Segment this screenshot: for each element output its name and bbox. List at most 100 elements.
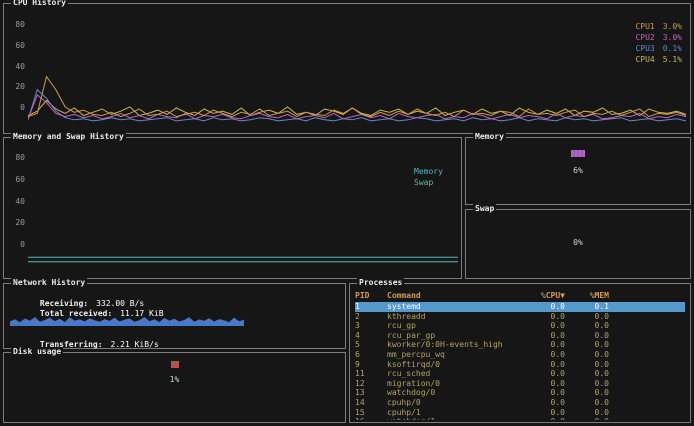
cpu-legend: CPU1 3.0% CPU2 3.0% CPU3 0.1% CPU4 5.1%	[635, 21, 682, 65]
legend-entry-cpu3: CPU3 0.1%	[635, 43, 682, 54]
legend-entry-cpu1: CPU1 3.0%	[635, 21, 682, 32]
process-cpu: 0.0	[550, 321, 565, 331]
legend-label: CPU3	[635, 44, 655, 53]
memory-swap-history-title: Memory and Swap History	[11, 132, 126, 142]
process-mem: 0.0	[565, 417, 609, 420]
memory-gauge-value: 6%	[573, 166, 583, 175]
process-mem: 0.0	[594, 311, 609, 321]
process-command: rcu_sched	[387, 369, 431, 379]
process-command: cpuhp/0	[387, 397, 421, 407]
process-row[interactable]: 13 watchdog/0 0.0 0.0	[355, 388, 685, 398]
process-pid: 4	[355, 330, 360, 340]
process-command: cpuhp/1	[387, 407, 421, 417]
legend-value: 3.0%	[662, 33, 682, 42]
y-tick: 20	[15, 82, 25, 92]
process-mem: 0.0	[594, 378, 609, 388]
column-header-pid[interactable]: PID	[355, 291, 381, 301]
y-tick: 40	[15, 196, 25, 206]
process-mem: 0.1	[594, 302, 609, 311]
process-pid: 11	[355, 369, 365, 379]
cpu-y-axis: 80 60 40 20 0	[9, 20, 25, 112]
y-tick: 80	[15, 20, 25, 29]
disk-usage-panel: Disk usage 1%	[3, 347, 346, 423]
process-row[interactable]: 6 mm_percpu_wq 0.0 0.0	[355, 350, 685, 360]
y-tick: 20	[15, 218, 25, 228]
legend-label: CPU2	[635, 33, 655, 42]
process-row[interactable]: 2 kthreadd 0.0 0.0	[355, 312, 685, 322]
cpu-history-title: CPU History	[11, 0, 68, 8]
process-cpu: 0.0	[550, 302, 565, 311]
process-pid: 2	[355, 311, 360, 321]
process-mem: 0.0	[594, 397, 609, 407]
process-pid: 5	[355, 340, 360, 350]
process-row[interactable]: 12 migration/0 0.0 0.0	[355, 379, 685, 389]
network-receive-sparkline	[10, 317, 244, 326]
legend-label: CPU1	[635, 22, 655, 31]
process-row[interactable]: 16 watchdog/1 0.0 0.0	[355, 417, 685, 420]
process-cpu: 0.0	[550, 349, 565, 359]
cpu-history-chart	[28, 75, 686, 122]
legend-value: 3.0%	[662, 22, 682, 31]
process-cpu: 0.0	[550, 378, 565, 388]
process-command: mm_percpu_wq	[387, 349, 445, 359]
process-row[interactable]: 14 cpuhp/0 0.0 0.0	[355, 398, 685, 408]
process-cpu: 0.0	[550, 369, 565, 379]
swap-gauge-panel: Swap 0%	[465, 204, 691, 279]
swap-gauge-value: 0%	[573, 238, 583, 247]
memory-swap-history-chart	[28, 256, 458, 263]
legend-entry-memory: Memory	[414, 166, 443, 177]
process-cpu: 0.0	[550, 397, 565, 407]
column-header-command[interactable]: Command	[381, 291, 521, 301]
process-row[interactable]: 5 kworker/0:0H-events_high 0.0 0.0	[355, 340, 685, 350]
process-command: kthreadd	[387, 311, 426, 321]
memory-swap-history-panel: Memory and Swap History 80 60 40 20 0 Me…	[3, 132, 462, 279]
disk-usage-bar	[170, 361, 179, 368]
swap-gauge-title: Swap	[473, 204, 497, 214]
process-command: migration/0	[387, 378, 440, 388]
process-pid: 15	[355, 407, 365, 417]
process-command: systemd	[387, 302, 421, 311]
memory-gauge-title: Memory	[473, 132, 506, 142]
process-command: kworker/0:0H-events_high	[387, 340, 503, 350]
processes-panel: Processes PID Command %CPU▼ %MEM 1 syste…	[349, 278, 691, 423]
process-pid: 9	[355, 359, 360, 369]
process-pid: 16	[355, 417, 381, 420]
process-pid: 3	[355, 321, 360, 331]
legend-value: 5.1%	[662, 55, 682, 64]
memory-swap-legend: Memory Swap	[414, 166, 443, 188]
legend-entry-cpu2: CPU2 3.0%	[635, 32, 682, 43]
process-row[interactable]: 15 cpuhp/1 0.0 0.0	[355, 408, 685, 418]
y-tick: 0	[20, 240, 25, 249]
process-row[interactable]: 11 rcu_sched 0.0 0.0	[355, 369, 685, 379]
process-pid: 13	[355, 388, 365, 398]
process-pid: 6	[355, 349, 360, 359]
disk-usage-title: Disk usage	[11, 347, 64, 357]
legend-entry-cpu4: CPU4 5.1%	[635, 54, 682, 65]
process-cpu: 0.0	[550, 330, 565, 340]
process-cpu: 0.0	[550, 359, 565, 369]
process-cpu: 0.0	[550, 311, 565, 321]
network-history-panel: Network History Receiving: 332.00 B/s Tot…	[3, 278, 346, 349]
process-cpu: 0.0	[550, 407, 565, 417]
process-row[interactable]: 3 rcu_gp 0.0 0.0	[355, 321, 685, 331]
network-transferring-value: 2.21 KiB/s	[110, 340, 159, 349]
memory-gauge-panel: Memory 6%	[465, 132, 691, 205]
process-row[interactable]: 4 rcu_par_gp 0.0 0.0	[355, 331, 685, 341]
y-tick: 60	[15, 40, 25, 50]
process-cpu: 0.0	[550, 340, 565, 350]
legend-value: 0.1%	[662, 44, 682, 53]
processes-title: Processes	[357, 278, 405, 288]
column-header-cpu[interactable]: %CPU▼	[521, 291, 565, 301]
process-cpu: 0.0	[550, 388, 565, 398]
process-mem: 0.0	[594, 321, 609, 331]
column-header-mem[interactable]: %MEM	[565, 291, 609, 301]
terminal-screen: CPU History 80 60 40 20 0 CPU1 3.0% CPU2…	[0, 0, 694, 426]
y-tick: 80	[15, 153, 25, 162]
process-mem: 0.0	[594, 330, 609, 340]
process-pid: 14	[355, 397, 365, 407]
process-row[interactable]: 1 systemd 0.0 0.1	[355, 302, 685, 312]
process-command: rcu_gp	[387, 321, 416, 331]
process-command: watchdog/1	[381, 417, 521, 420]
y-tick: 0	[20, 103, 25, 112]
process-row[interactable]: 9 ksoftirqd/0 0.0 0.0	[355, 360, 685, 370]
